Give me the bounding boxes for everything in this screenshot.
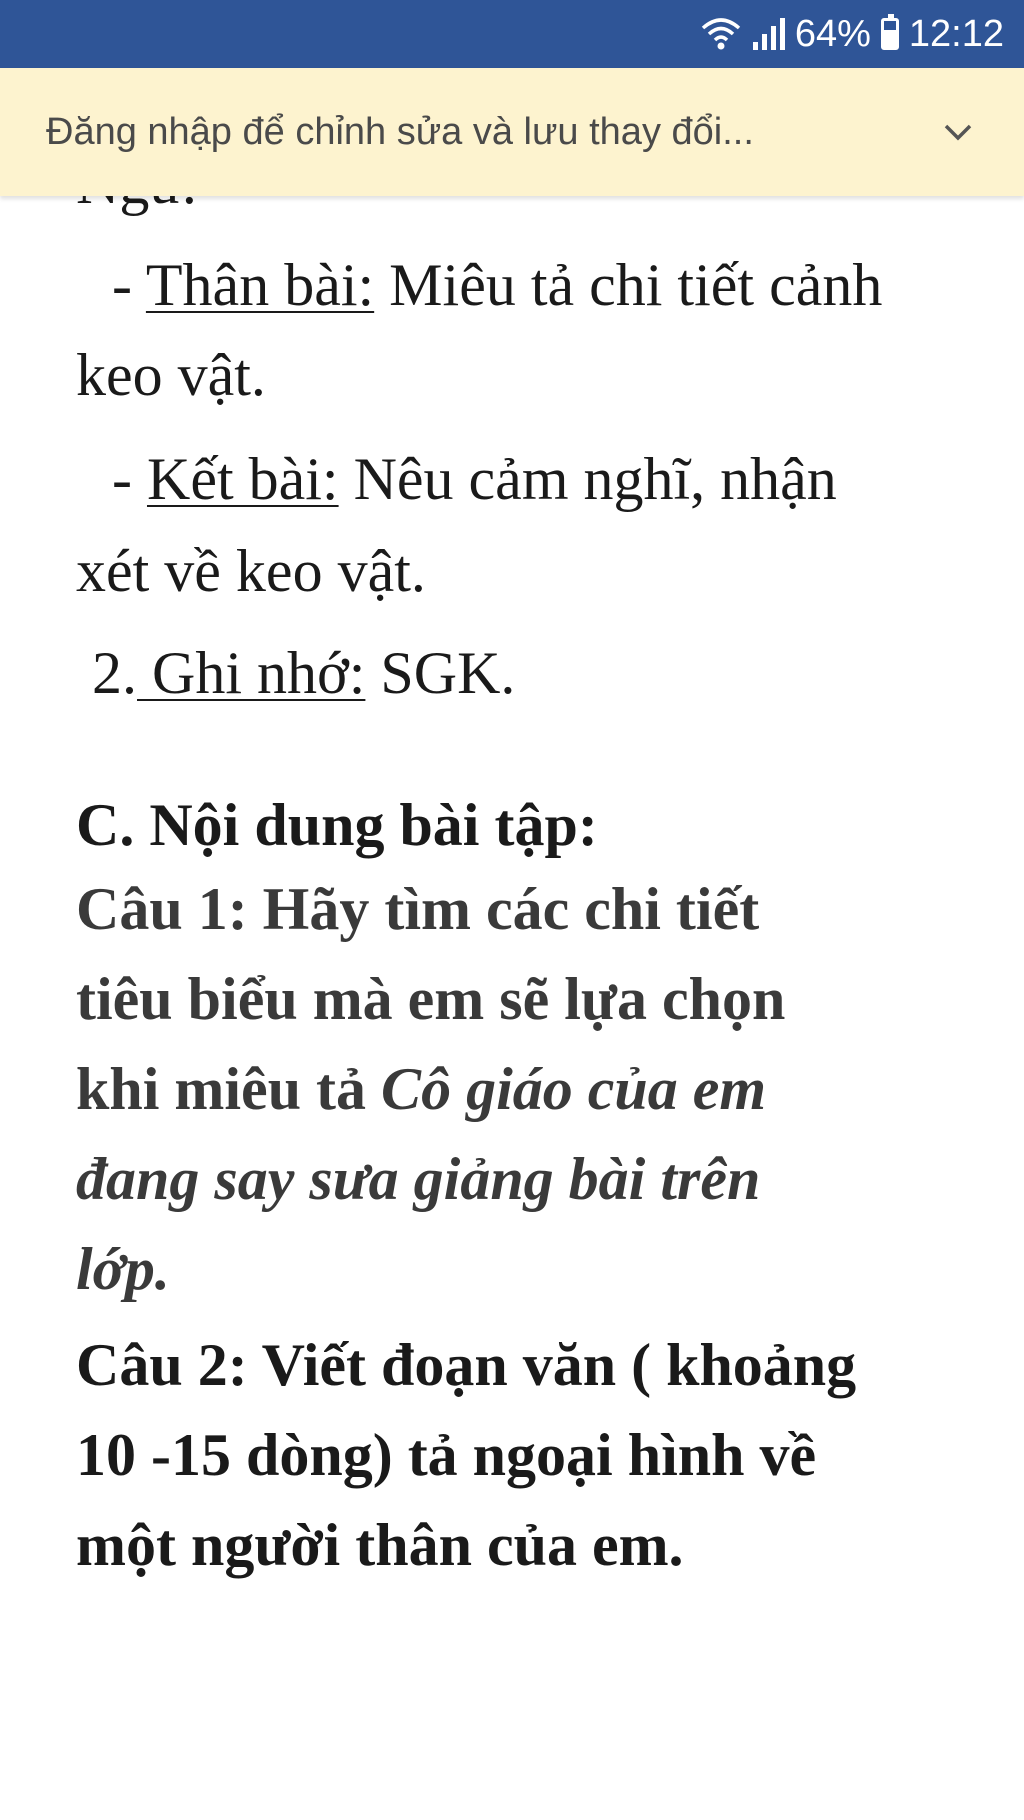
section-text: Miêu tả chi tiết cảnh — [374, 252, 883, 318]
question-1-line-3: khi miêu tả Cô giáo của em — [76, 1044, 766, 1134]
question-1-line-5: lớp. — [76, 1236, 170, 1302]
section-heading: C. Nội dung bài tập: — [76, 792, 598, 858]
chevron-down-icon[interactable] — [938, 112, 978, 152]
question-2-line-3: một người thân của em. — [76, 1512, 684, 1578]
question-2-line-2: 10 -15 dòng) tả ngoại hình về — [76, 1422, 817, 1488]
section-label: Thân bài: — [145, 252, 375, 318]
document-page: Ngữ. - Thân bài: Miêu tả chi tiết cảnh k… — [0, 196, 1024, 1820]
dash: - — [112, 252, 146, 318]
conclusion-outline-line: - Kết bài: Nêu cảm nghĩ, nhận — [112, 434, 837, 524]
wifi-icon — [701, 18, 741, 50]
item-number: 2. — [92, 640, 137, 706]
body-outline-line: - Thân bài: Miêu tả chi tiết cảnh — [112, 240, 882, 330]
conclusion-outline-continuation: xét về keo vật. — [76, 538, 426, 604]
signal-icon — [752, 18, 785, 50]
status-bar: 64% 12:12 — [0, 0, 1024, 68]
cut-off-line: Ngữ. — [76, 196, 197, 228]
question-1-line-1: Câu 1: Hãy tìm các chi tiết — [76, 876, 760, 942]
section-text: Nêu cảm nghĩ, nhận — [338, 446, 837, 512]
section-label: Kết bài: — [146, 446, 339, 512]
question-1-topic: Cô giáo của em — [381, 1056, 767, 1122]
question-1-line-4: đang say sưa giảng bài trên — [76, 1146, 761, 1212]
memo-text: SGK. — [365, 640, 516, 706]
battery-icon — [880, 14, 899, 50]
dash: - — [112, 446, 147, 512]
battery-percent: 64% — [794, 12, 871, 55]
question-1-text: khi miêu tả — [76, 1056, 382, 1122]
question-2-line-1: Câu 2: Viết đoạn văn ( khoảng — [76, 1332, 857, 1398]
memo-label: Ghi nhớ: — [137, 640, 366, 706]
clock: 12:12 — [908, 12, 1004, 55]
memo-line: 2. Ghi nhớ: SGK. — [92, 628, 515, 718]
login-banner[interactable]: Đăng nhập để chỉnh sửa và lưu thay đổi..… — [0, 68, 1024, 196]
body-outline-continuation: keo vật. — [76, 342, 266, 408]
login-banner-text: Đăng nhập để chỉnh sửa và lưu thay đổi..… — [46, 110, 754, 153]
question-1-line-2: tiêu biểu mà em sẽ lựa chọn — [76, 966, 786, 1032]
